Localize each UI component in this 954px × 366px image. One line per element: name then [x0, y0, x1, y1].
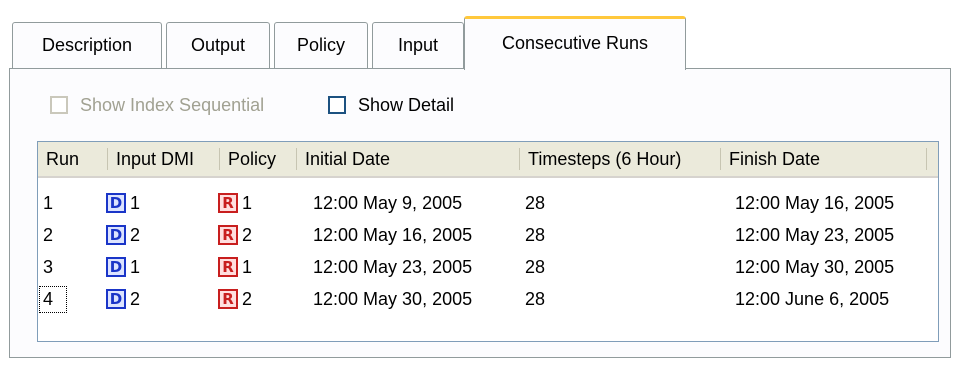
table-row[interactable]: 4 D 2 R 2 12:00 May 30, 2005 28 12:00 Ju…: [38, 286, 938, 313]
policy-cell: 1: [242, 257, 253, 277]
run-cell: 2: [43, 225, 54, 245]
dmi-icon: D: [106, 225, 126, 245]
consecutive-runs-dialog: Description Output Policy Input Consecut…: [0, 0, 954, 366]
show-index-sequential-label: Show Index Sequential: [80, 94, 265, 115]
timesteps-cell: 28: [525, 193, 546, 213]
tab-strip: Description Output Policy Input Consecut…: [0, 0, 954, 70]
input-dmi-cell: 2: [130, 225, 141, 245]
initial-date-cell: 12:00 May 30, 2005: [313, 289, 473, 309]
dmi-icon: D: [106, 289, 126, 309]
tab-input[interactable]: Input: [372, 22, 464, 68]
column-header-finish-date[interactable]: Finish Date: [721, 142, 921, 176]
policy-ruleset-icon: R: [218, 225, 238, 245]
timesteps-cell: 28: [525, 225, 546, 245]
column-header-initial-date[interactable]: Initial Date: [297, 142, 519, 176]
finish-date-cell: 12:00 May 23, 2005: [735, 225, 895, 245]
initial-date-cell: 12:00 May 16, 2005: [313, 225, 473, 245]
column-header-run[interactable]: Run: [38, 142, 106, 176]
runs-list[interactable]: Run Input DMI Policy Initial Date Timest…: [37, 141, 939, 342]
timesteps-cell: 28: [525, 289, 546, 309]
show-detail-option[interactable]: Show Detail: [328, 91, 454, 119]
policy-cell: 2: [242, 225, 253, 245]
run-cell: 4: [39, 286, 67, 313]
policy-ruleset-icon: R: [218, 289, 238, 309]
finish-date-cell: 12:00 May 16, 2005: [735, 193, 895, 213]
list-header: Run Input DMI Policy Initial Date Timest…: [38, 142, 938, 178]
policy-ruleset-icon: R: [218, 193, 238, 213]
timesteps-cell: 28: [525, 257, 546, 277]
policy-cell: 2: [242, 289, 253, 309]
input-dmi-cell: 2: [130, 289, 141, 309]
tab-consecutive-runs[interactable]: Consecutive Runs: [464, 16, 686, 70]
run-cell: 1: [43, 193, 54, 213]
initial-date-cell: 12:00 May 23, 2005: [313, 257, 473, 277]
column-header-policy[interactable]: Policy: [220, 142, 296, 176]
tab-output[interactable]: Output: [166, 22, 270, 68]
input-dmi-cell: 1: [130, 193, 141, 213]
column-header-input-dmi[interactable]: Input DMI: [108, 142, 218, 176]
initial-date-cell: 12:00 May 9, 2005: [313, 193, 463, 213]
table-row[interactable]: 2 D 2 R 2 12:00 May 16, 2005 28 12:00 Ma…: [38, 222, 938, 249]
policy-cell: 1: [242, 193, 253, 213]
run-cell: 3: [43, 257, 54, 277]
tab-description[interactable]: Description: [12, 22, 162, 68]
finish-date-cell: 12:00 May 30, 2005: [735, 257, 895, 277]
dmi-icon: D: [106, 257, 126, 277]
table-row[interactable]: 3 D 1 R 1 12:00 May 23, 2005 28 12:00 Ma…: [38, 254, 938, 281]
show-detail-checkbox[interactable]: [328, 96, 346, 114]
finish-date-cell: 12:00 June 6, 2005: [735, 289, 890, 309]
column-divider[interactable]: [926, 148, 927, 170]
dmi-icon: D: [106, 193, 126, 213]
policy-ruleset-icon: R: [218, 257, 238, 277]
table-row[interactable]: 1 D 1 R 1 12:00 May 9, 2005 28 12:00 May…: [38, 190, 938, 217]
show-detail-label[interactable]: Show Detail: [358, 95, 454, 116]
show-index-sequential-checkbox: [50, 96, 68, 114]
column-header-timesteps[interactable]: Timesteps (6 Hour): [520, 142, 720, 176]
show-index-sequential-option: Show Index Sequential: [50, 91, 264, 119]
tab-policy[interactable]: Policy: [274, 22, 368, 68]
input-dmi-cell: 1: [130, 257, 141, 277]
